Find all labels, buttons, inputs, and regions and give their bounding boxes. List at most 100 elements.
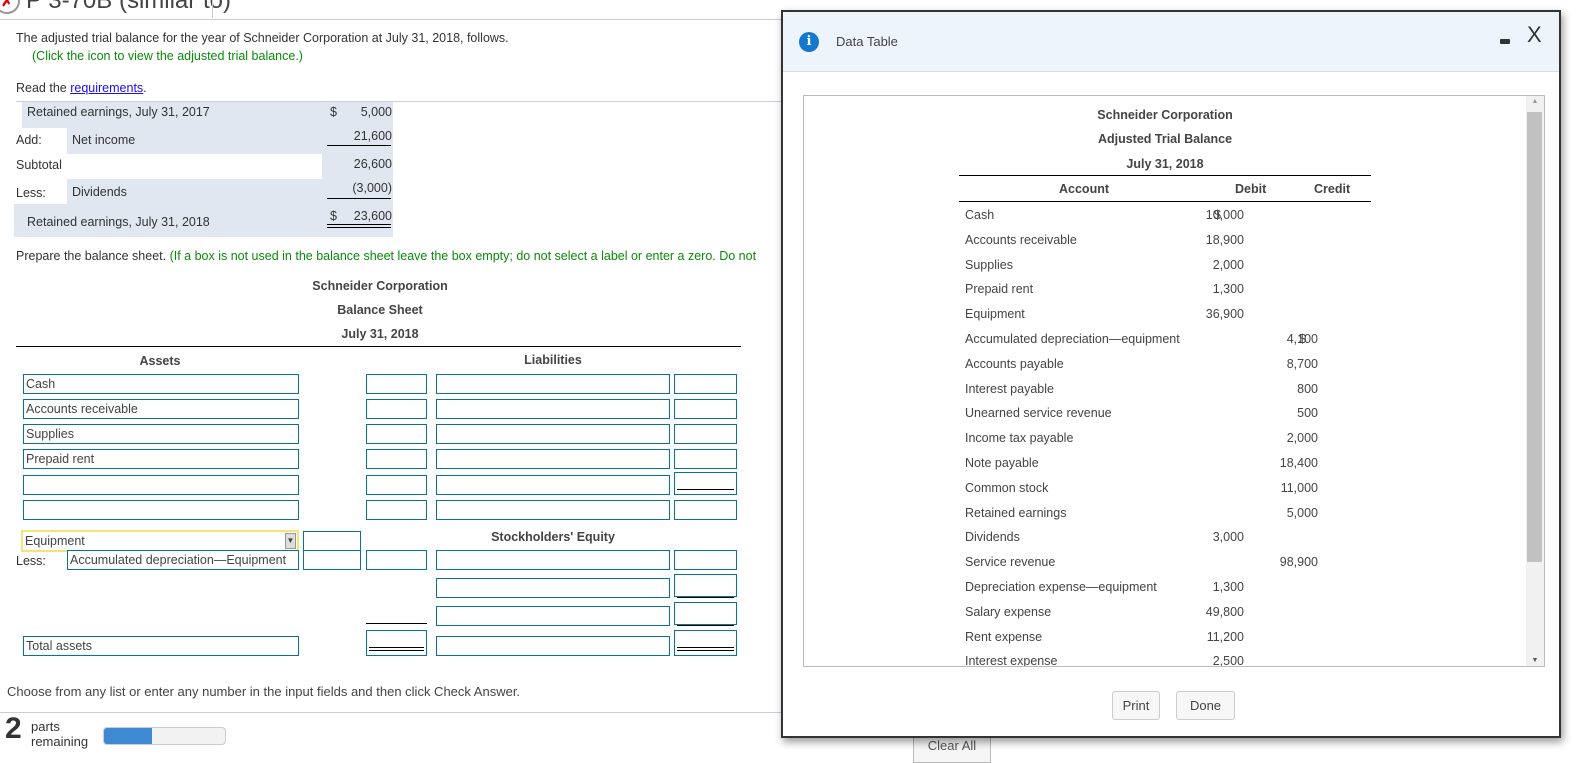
- table-icon[interactable]: [16, 50, 29, 63]
- col-debit: Debit: [1235, 182, 1267, 196]
- tb-company: Schneider Corporation: [1097, 108, 1233, 122]
- col-account: Account: [1059, 182, 1109, 196]
- tb-row: Interest payable 800: [804, 382, 1504, 402]
- total-assets-input[interactable]: [366, 630, 427, 656]
- problem-title: P 3-70B (similar to): [26, 0, 231, 14]
- clear-all-button[interactable]: Clear All: [913, 735, 991, 763]
- scroll-down-icon[interactable]: ▼: [1526, 657, 1544, 664]
- dropdown-arrow-icon[interactable]: ▼: [285, 533, 296, 549]
- read-requirements: Read the requirements.: [16, 81, 147, 95]
- total-equity-input[interactable]: [674, 602, 737, 625]
- asset-amount-input[interactable]: [366, 500, 427, 520]
- dialog-header: i Data Table X: [783, 12, 1559, 72]
- tb-account: Interest expense: [965, 654, 1058, 667]
- scroll-up-icon[interactable]: ▲: [1526, 98, 1544, 105]
- liability-label-input[interactable]: [436, 449, 670, 469]
- tb-debit: 11,200: [1206, 629, 1244, 644]
- liability-amount-input[interactable]: [674, 374, 737, 394]
- tb-account: Prepaid rent: [965, 282, 1034, 297]
- tb-credit: 4,100: [1286, 332, 1318, 346]
- net-equipment-input[interactable]: [366, 550, 427, 570]
- liability-amount-input[interactable]: [674, 500, 737, 520]
- re-row-label: Retained earnings, July 31, 2017: [27, 105, 210, 119]
- asset-amount-input[interactable]: [366, 449, 427, 469]
- asset-label-input[interactable]: Cash: [23, 374, 299, 394]
- tb-debit: 1,300: [1212, 580, 1244, 594]
- total-assets-label[interactable]: Total assets: [23, 636, 299, 656]
- tb-debit: 2,500: [1212, 654, 1244, 667]
- tb-account: Dividends: [965, 530, 1020, 545]
- asset-label-input[interactable]: [23, 475, 299, 495]
- liability-label-input[interactable]: [436, 475, 670, 495]
- asset-label-input[interactable]: Supplies: [23, 424, 299, 444]
- asset-label-input[interactable]: Accounts receivable: [23, 399, 299, 419]
- tb-account: Unearned service revenue: [965, 406, 1112, 421]
- re-row-dollar: $: [330, 105, 337, 119]
- tb-credit: 8,700: [1286, 356, 1318, 371]
- liability-label-input[interactable]: [436, 500, 670, 520]
- tb-row: Cash $10,000: [804, 208, 1504, 228]
- tb-account: Common stock: [965, 480, 1049, 495]
- liability-label-input[interactable]: [436, 424, 670, 444]
- scroll-thumb[interactable]: [1527, 112, 1542, 562]
- view-trial-balance-link[interactable]: (Click the icon to view the adjusted tri…: [32, 49, 303, 63]
- tb-date: July 31, 2018: [1126, 157, 1204, 171]
- equity-amount-input[interactable]: [674, 550, 737, 570]
- tb-row: Accounts payable 8,700: [804, 357, 1504, 377]
- tb-credit: 18,400: [1279, 456, 1318, 470]
- requirements-link[interactable]: requirements: [70, 81, 143, 95]
- re-row-amount: 21,600: [353, 129, 392, 143]
- accum-dep-amount-input[interactable]: [303, 550, 361, 570]
- asset-amount-input[interactable]: [366, 424, 427, 444]
- col-credit: Credit: [1314, 182, 1351, 196]
- tb-credit: 11,000: [1280, 480, 1318, 495]
- close-button[interactable]: X: [1527, 22, 1542, 48]
- parts-count: 2: [5, 712, 22, 745]
- equity-header: Stockholders' Equity: [491, 530, 615, 544]
- re-row-prefix: Less:: [16, 186, 46, 200]
- equity-label-input[interactable]: [436, 550, 670, 570]
- accumulated-depreciation-input[interactable]: Accumulated depreciation—Equipment: [67, 550, 299, 570]
- asset-label-input[interactable]: Prepaid rent: [23, 449, 299, 469]
- info-icon: i: [799, 32, 819, 52]
- tb-debit: 2,000: [1212, 257, 1244, 272]
- equity-amount-input[interactable]: [674, 574, 737, 597]
- equipment-amount-input[interactable]: [303, 531, 361, 551]
- bs-title: Balance Sheet: [337, 303, 423, 317]
- read-suffix: .: [143, 81, 147, 95]
- intro-text: The adjusted trial balance for the year …: [16, 31, 509, 45]
- asset-amount-input[interactable]: [366, 399, 427, 419]
- minimize-button[interactable]: [1500, 39, 1510, 44]
- instruction: Prepare the balance sheet. (If a box is …: [16, 249, 781, 263]
- tb-account: Depreciation expense—equipment: [965, 580, 1157, 594]
- liability-amount-input[interactable]: [674, 424, 737, 444]
- re-row-amount: 5,000: [360, 105, 392, 119]
- equipment-select[interactable]: Equipment ▼: [21, 530, 299, 552]
- liability-label-input[interactable]: [436, 399, 670, 419]
- instruction-note: (If a box is not used in the balance she…: [169, 249, 757, 263]
- equity-label-input[interactable]: [436, 606, 670, 626]
- total-liabilities-equity-input[interactable]: [674, 630, 737, 656]
- re-row-amount: 23,600: [353, 209, 392, 223]
- tb-title: Adjusted Trial Balance: [1097, 132, 1233, 146]
- tb-account: Accounts payable: [965, 356, 1064, 371]
- total-liabilities-equity-label[interactable]: [436, 636, 670, 656]
- equity-label-input[interactable]: [436, 578, 670, 598]
- divider: [0, 712, 790, 713]
- done-button[interactable]: Done: [1176, 691, 1235, 720]
- liability-amount-input[interactable]: [674, 449, 737, 469]
- tb-row: Dividends 3,000: [804, 530, 1504, 550]
- asset-label-input[interactable]: [23, 500, 299, 520]
- tb-account: Salary expense: [965, 604, 1052, 619]
- divider: [212, 0, 213, 18]
- asset-amount-input[interactable]: [366, 475, 427, 495]
- asset-amount-input[interactable]: [366, 374, 427, 394]
- scrollbar[interactable]: ▲ ▼: [1526, 96, 1544, 666]
- total-liabilities-input[interactable]: [674, 472, 737, 495]
- tb-account: Income tax payable: [965, 431, 1074, 446]
- print-button[interactable]: Print: [1112, 691, 1160, 720]
- liability-amount-input[interactable]: [674, 399, 737, 419]
- liability-label-input[interactable]: [436, 374, 670, 394]
- tb-row: Accounts receivable 18,900: [804, 233, 1504, 253]
- tb-row: Salary expense 49,800: [804, 605, 1504, 625]
